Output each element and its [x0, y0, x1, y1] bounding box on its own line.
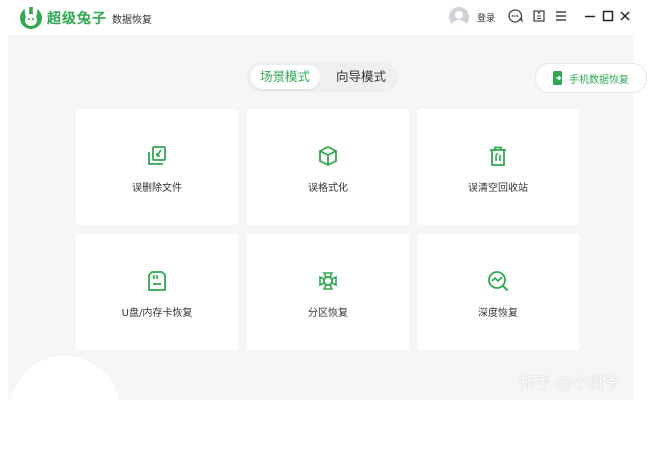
avatar[interactable] — [449, 7, 469, 27]
card-usb-sd[interactable]: U盘/内存卡恢复 — [76, 234, 238, 350]
phone-recovery-button[interactable]: 手机数据恢复 — [535, 63, 647, 93]
card-formatted[interactable]: 误格式化 — [247, 109, 409, 225]
recycle-bin-icon — [490, 146, 506, 166]
rabbit-logo-icon — [20, 5, 42, 29]
close-icon[interactable] — [617, 8, 633, 24]
partition-icon — [319, 272, 337, 290]
card-deleted-files[interactable]: 误删除文件 — [76, 109, 238, 225]
main-panel: 场景模式 向导模式 手机数据恢复 误删除文件 误格式化 误清空回收站 U盘/内存… — [8, 34, 647, 466]
cube-icon — [319, 145, 337, 167]
phone-recovery-label: 手机数据恢复 — [569, 75, 629, 86]
app-title: 超级兔子 — [47, 11, 107, 27]
decorative-circle — [10, 356, 120, 466]
card-label: 误清空回收站 — [468, 183, 528, 194]
card-label: 分区恢复 — [308, 308, 348, 319]
maximize-icon[interactable] — [600, 8, 616, 24]
tab-scene-mode[interactable]: 场景模式 — [250, 65, 320, 89]
app-subtitle: 数据恢复 — [112, 15, 152, 26]
card-recycle-bin[interactable]: 误清空回收站 — [417, 109, 579, 225]
title-bar: 超级兔子 数据恢复 登录 — [0, 0, 662, 34]
file-restore-icon — [148, 146, 166, 165]
card-label: 误格式化 — [308, 183, 348, 194]
minimize-icon[interactable] — [582, 8, 598, 24]
card-label: 深度恢复 — [478, 308, 518, 319]
deep-scan-icon — [488, 271, 509, 292]
card-label: 误删除文件 — [132, 183, 182, 194]
mode-switch: 场景模式 向导模式 — [246, 62, 398, 92]
card-deep-recovery[interactable]: 深度恢复 — [417, 234, 579, 350]
card-partition[interactable]: 分区恢复 — [247, 234, 409, 350]
sd-card-icon — [148, 271, 166, 291]
user-icon — [452, 11, 466, 27]
card-label: U盘/内存卡恢复 — [121, 308, 193, 319]
tab-wizard-mode[interactable]: 向导模式 — [326, 65, 396, 89]
phone-icon — [553, 71, 562, 85]
login-link[interactable]: 登录 — [477, 11, 495, 24]
watermark: 知乎 @小斑爷 — [519, 373, 621, 392]
skin-icon[interactable] — [531, 8, 547, 24]
feedback-icon[interactable] — [507, 8, 523, 24]
menu-icon[interactable] — [553, 8, 569, 24]
